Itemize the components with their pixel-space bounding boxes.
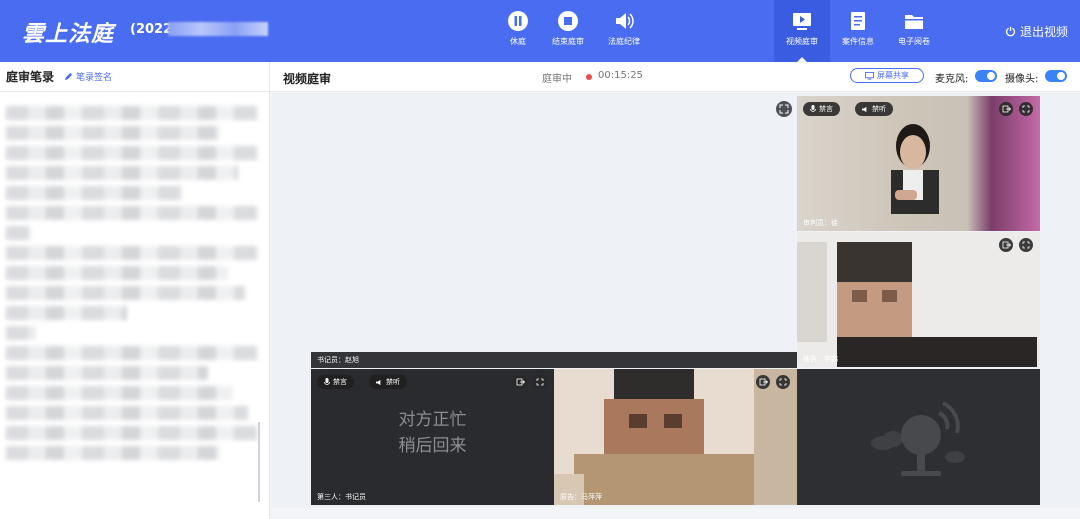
clerk-role-label: 书记员：赵旭: [317, 356, 359, 364]
judge-video-tile[interactable]: 禁言 禁听 审判员：徐: [797, 96, 1040, 231]
court-discipline-button[interactable]: 法庭纪律: [596, 10, 652, 47]
busy-message-line1: 对方正忙: [398, 410, 467, 430]
camera-toggle[interactable]: [1045, 70, 1067, 82]
pause-button[interactable]: 休庭: [490, 10, 546, 47]
exit-video-label: 退出视频: [1019, 25, 1068, 39]
plaintiff-role-label: 原告：马萍萍: [560, 493, 602, 501]
busy-message-line2: 稍后回来: [398, 436, 467, 456]
plaintiff-video-tile[interactable]: 原告：马萍萍: [554, 369, 797, 505]
satellite-dish-icon: [871, 401, 965, 476]
third-mute-label: 禁言: [333, 378, 347, 386]
exit-video-button[interactable]: 退出视频: [1005, 23, 1068, 40]
video-trial-label: 视频庭审: [786, 37, 818, 46]
speaker-icon: [616, 13, 634, 29]
screen-share-button[interactable]: 屏幕共享: [850, 68, 924, 83]
sign-transcript-link[interactable]: 笔录签名: [64, 70, 112, 83]
transcript-panel: 庭审笔录 笔录签名: [0, 62, 270, 519]
third-role-label: 第三人：书记员: [317, 493, 366, 501]
camera-label: 摄像头:: [1005, 74, 1039, 85]
defendant-video-tile[interactable]: 被告：李鹏: [797, 232, 1040, 367]
monitor-play-icon: [793, 13, 811, 30]
stop-icon: [558, 11, 578, 31]
transcript-scrollbar[interactable]: [258, 422, 260, 502]
judge-fullscreen-icon[interactable]: [1019, 102, 1033, 116]
third-deafen-label: 禁听: [386, 378, 400, 386]
power-icon: [1005, 26, 1016, 37]
microphone-toggle[interactable]: [975, 70, 997, 82]
video-header: 视频庭审 庭审中 00:15:25 屏幕共享 麦克风: 摄像头:: [270, 62, 1080, 92]
video-title: 视频庭审: [283, 72, 332, 86]
defendant-video-feed: [797, 232, 1040, 367]
judge-kick-icon[interactable]: [999, 102, 1013, 116]
screen-share-icon: [865, 71, 874, 80]
defendant-fullscreen-icon[interactable]: [1019, 238, 1033, 252]
trial-timer: 00:15:25: [598, 70, 643, 81]
transcript-content-redacted: [6, 106, 258, 466]
top-bar: 雲上法庭 (2022 休庭 结束庭审 法庭纪律 视频庭审 案件信息 电子阅卷 退…: [0, 0, 1080, 62]
defendant-role-label: 被告：李鹏: [803, 355, 838, 363]
third-fullscreen-icon[interactable]: [533, 375, 547, 389]
plaintiff-kick-icon[interactable]: [756, 375, 770, 389]
app-logo: 雲上法庭: [22, 21, 115, 47]
transcript-header: 庭审笔录 笔录签名: [0, 62, 269, 92]
third-kick-icon[interactable]: [513, 375, 527, 389]
third-party-video-tile[interactable]: 禁言 禁听 对方正忙 稍后回来 第三人：书记员: [311, 369, 554, 505]
third-deafen-button[interactable]: 禁听: [369, 375, 407, 389]
judge-video-feed: [891, 124, 939, 214]
judge-deafen-button[interactable]: 禁听: [855, 102, 893, 116]
pause-label: 休庭: [510, 37, 526, 46]
case-number-redacted: [168, 22, 268, 36]
end-trial-button[interactable]: 结束庭审: [540, 10, 596, 47]
speaker-icon: [376, 379, 381, 385]
judge-deafen-label: 禁听: [872, 105, 886, 113]
screen-share-label: 屏幕共享: [877, 71, 909, 80]
trial-status: 庭审中: [542, 74, 572, 85]
plaintiff-fullscreen-icon[interactable]: [776, 375, 790, 389]
microphone-icon: [324, 378, 330, 385]
transcript-title: 庭审笔录: [6, 70, 55, 84]
defendant-kick-icon[interactable]: [999, 238, 1013, 252]
judge-role-label: 审判员：徐: [803, 219, 838, 227]
clerk-label-bar: 书记员：赵旭: [311, 352, 797, 368]
recording-dot-icon: [586, 74, 592, 80]
video-trial-tab[interactable]: 视频庭审: [774, 0, 830, 62]
e-files-label: 电子阅卷: [898, 37, 930, 46]
microphone-icon: [810, 105, 816, 112]
case-number: (2022: [130, 22, 173, 37]
judge-mute-button[interactable]: 禁言: [803, 102, 840, 116]
e-files-tab[interactable]: 电子阅卷: [886, 10, 942, 47]
pause-icon: [508, 11, 528, 31]
case-info-label: 案件信息: [842, 37, 874, 46]
document-icon: [851, 12, 865, 30]
folder-icon: [905, 15, 923, 29]
court-discipline-label: 法庭纪律: [608, 37, 640, 46]
pencil-icon: [64, 72, 73, 81]
case-info-tab[interactable]: 案件信息: [830, 10, 886, 47]
end-trial-label: 结束庭审: [552, 37, 584, 46]
empty-video-slot: [797, 369, 1040, 505]
third-mute-button[interactable]: 禁言: [317, 375, 354, 389]
judge-mute-label: 禁言: [819, 105, 833, 113]
speaker-icon: [862, 106, 867, 112]
microphone-label: 麦克风:: [935, 74, 969, 85]
sign-transcript-label: 笔录签名: [76, 73, 113, 83]
plaintiff-video-feed: [554, 369, 797, 505]
stage-fullscreen-icon[interactable]: [776, 101, 792, 117]
